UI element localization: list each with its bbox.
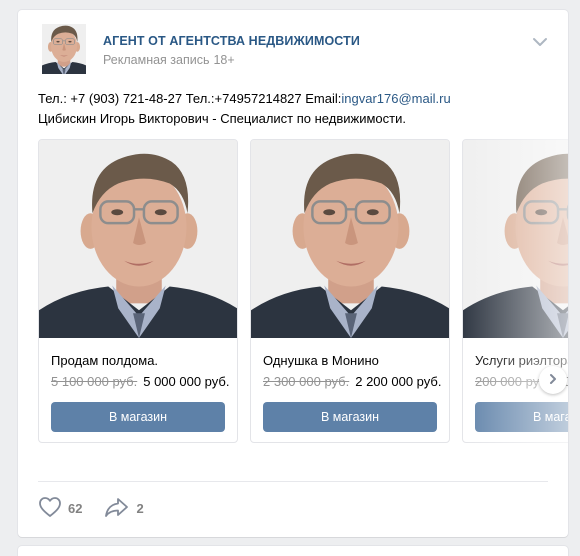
share-button[interactable]: 2 (104, 496, 144, 521)
share-count: 2 (136, 500, 144, 516)
product-card[interactable]: Однушка в Монино 2 300 000 руб. 2 200 000… (250, 139, 450, 443)
author-name[interactable]: АГЕНТ ОТ АГЕНТСТВА НЕДВИЖИМОСТИ (103, 34, 360, 48)
like-button[interactable]: 62 (38, 496, 82, 521)
ad-post: АГЕНТ ОТ АГЕНТСТВА НЕДВИЖИМОСТИ Рекламна… (18, 10, 568, 537)
product-card[interactable]: Продам полдома. 5 100 000 руб. 5 000 000 … (38, 139, 238, 443)
chevron-down-icon[interactable] (532, 36, 548, 48)
to-shop-button[interactable]: В магазин (51, 402, 225, 432)
to-shop-button[interactable]: В магазин (263, 402, 437, 432)
price: 5 000 000 руб. (143, 374, 230, 389)
product-title[interactable]: Однушка в Монино (263, 353, 379, 368)
author-avatar[interactable] (36, 21, 92, 77)
chevron-right-icon (548, 373, 558, 388)
heart-icon (38, 496, 62, 521)
post-actions: 62 2 (38, 496, 166, 520)
age-rating: 18+ (213, 53, 235, 67)
actions-divider (38, 481, 548, 482)
product-carousel: Продам полдома. 5 100 000 руб. 5 000 000 … (38, 139, 568, 445)
product-card[interactable]: Услуги риэлтора 200 000 руб.100 000 руб.… (462, 139, 568, 443)
ad-label: Рекламная запись (103, 53, 210, 67)
old-price: 5 100 000 руб. (51, 374, 138, 389)
to-shop-button[interactable]: В магазин (475, 402, 568, 432)
share-arrow-icon (104, 496, 130, 521)
like-count: 62 (68, 500, 83, 516)
product-photo[interactable] (251, 140, 449, 338)
old-price: 2 300 000 руб. (263, 374, 350, 389)
price: 2 200 000 руб. (355, 374, 442, 389)
agent-description: Цибискин Игорь Викторович - Специалист п… (38, 111, 406, 126)
product-photo[interactable] (39, 140, 237, 338)
contact-text: Тел.: +7 (903) 721-48-27 Тел.:+749572148… (38, 91, 342, 106)
post-subtitle: Рекламная запись 18+ (103, 53, 235, 67)
carousel-next-button[interactable] (539, 366, 567, 394)
product-title[interactable]: Продам полдома. (51, 353, 158, 368)
post-text: Тел.: +7 (903) 721-48-27 Тел.:+749572148… (38, 89, 553, 129)
product-prices: 5 100 000 руб. 5 000 000 руб. (51, 374, 229, 389)
product-photo[interactable] (463, 140, 568, 338)
product-prices: 2 300 000 руб. 2 200 000 руб. (263, 374, 441, 389)
next-post-edge (18, 546, 568, 556)
email-link[interactable]: ingvar176@mail.ru (341, 91, 450, 106)
